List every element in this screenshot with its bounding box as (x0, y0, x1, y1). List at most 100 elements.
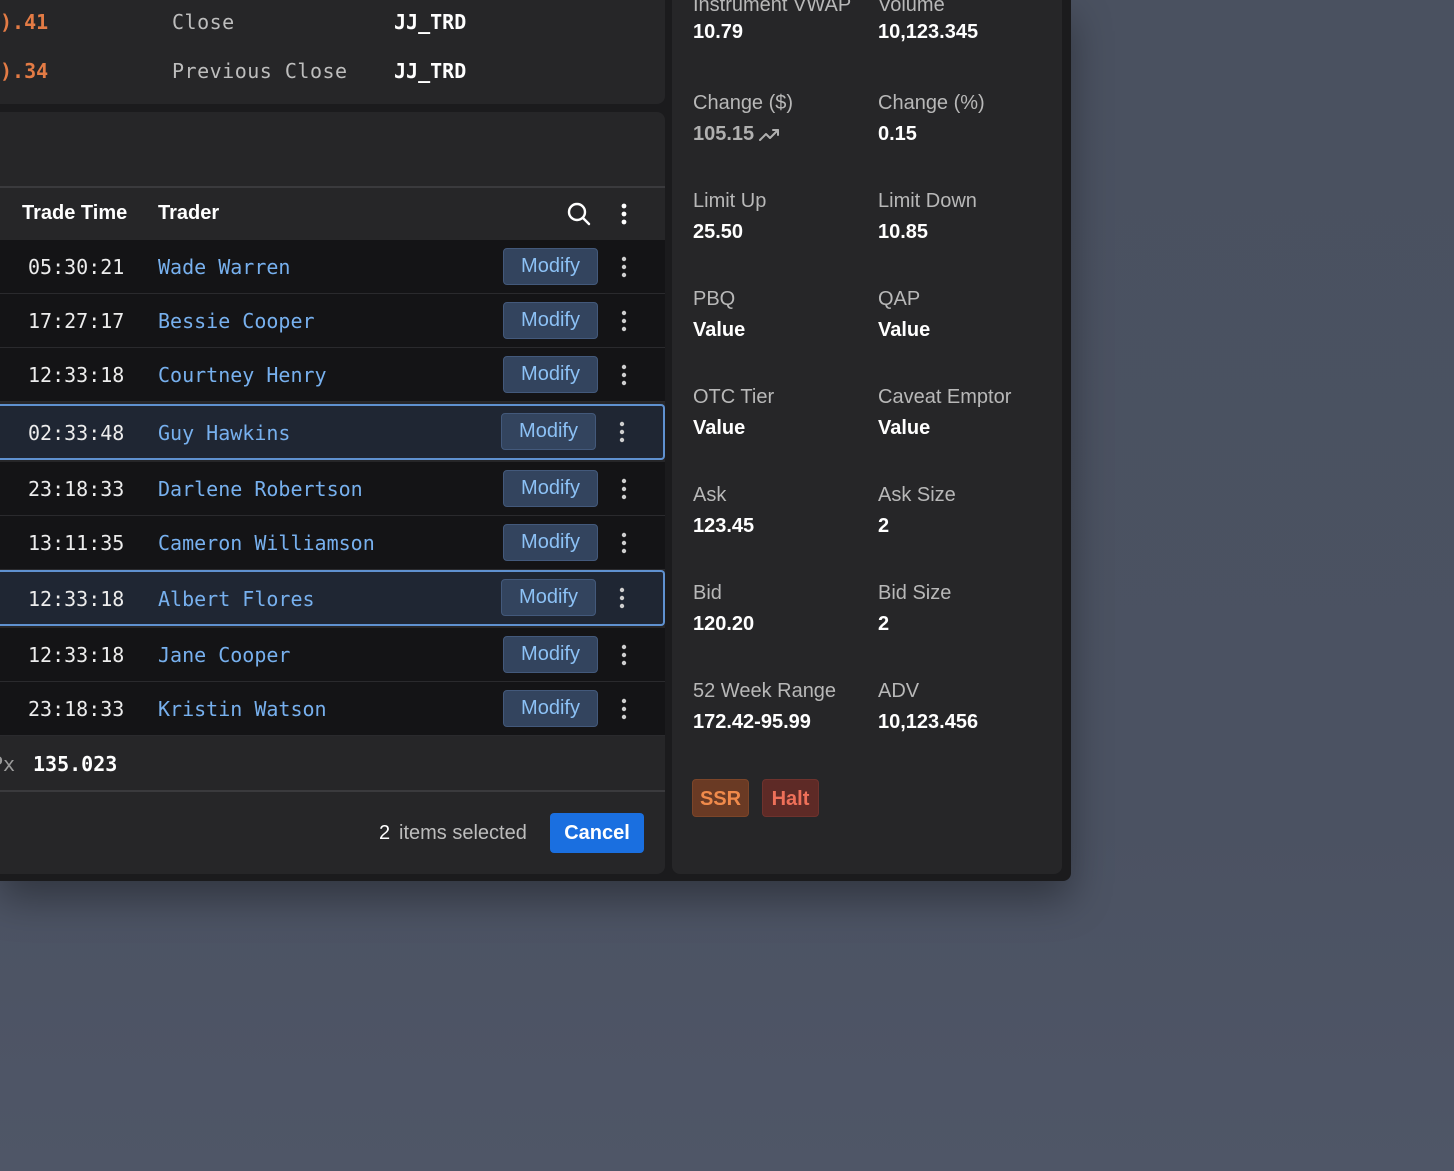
more-vertical-icon[interactable] (613, 200, 635, 228)
trades-panel: Trade Time Trader 05:30:21 Wade Warren M… (0, 112, 665, 874)
trade-time-cell: 02:33:48 (28, 421, 125, 445)
field-value: 105.15 (693, 123, 755, 145)
quote-value: ).34 (0, 59, 49, 83)
trade-time-cell: 12:33:18 (28, 643, 125, 667)
px-summary-row: Px 135.023 (0, 734, 665, 790)
field-label: Bid Size (878, 582, 952, 604)
search-icon[interactable] (566, 201, 592, 227)
quote-row-previous-close: ).34 Previous Close JJ_TRD (0, 59, 665, 89)
table-row[interactable]: 23:18:33 Kristin Watson Modify (0, 682, 665, 736)
more-vertical-icon[interactable] (613, 307, 635, 335)
px-label: Px (0, 752, 16, 776)
modify-button[interactable]: Modify (503, 636, 598, 673)
field-value: 10,123.456 (878, 711, 979, 733)
field-value: 2 (878, 515, 890, 537)
table-row[interactable]: 12:33:18 Jane Cooper Modify (0, 628, 665, 682)
field-value: Value (878, 417, 931, 439)
trader-link[interactable]: Darlene Robertson (158, 477, 363, 501)
trader-link[interactable]: Bessie Cooper (158, 309, 315, 333)
field-52-week-range: 52 Week Range 172.42-95.99 (693, 680, 873, 734)
quote-label: Close (172, 10, 235, 34)
field-value: 0.15 (878, 123, 917, 145)
modify-button[interactable]: Modify (503, 356, 598, 393)
table-row[interactable]: 17:27:17 Bessie Cooper Modify (0, 294, 665, 348)
trade-time-cell: 23:18:33 (28, 697, 125, 721)
field-label: PBQ (693, 288, 736, 310)
field-value: Value (693, 417, 746, 439)
selected-text: items selected (399, 822, 527, 844)
table-row-selected[interactable]: 02:33:48 Guy Hawkins Modify (0, 404, 665, 460)
field-label: Instrument VWAP (693, 0, 852, 16)
trader-link[interactable]: Albert Flores (158, 587, 315, 611)
more-vertical-icon[interactable] (613, 361, 635, 389)
field-value: 120.20 (693, 613, 755, 635)
field-value: 172.42-95.99 (693, 711, 811, 733)
trade-time-cell: 23:18:33 (28, 477, 125, 501)
field-volume: Volume 10,123.345 (878, 0, 1058, 44)
modify-button[interactable]: Modify (501, 413, 596, 450)
quote-panel: ).41 Close JJ_TRD ).34 Previous Close JJ… (0, 0, 665, 104)
field-value: 10,123.345 (878, 21, 979, 43)
trader-link[interactable]: Cameron Williamson (158, 531, 375, 555)
app-window: ).41 Close JJ_TRD ).34 Previous Close JJ… (0, 0, 1071, 881)
quote-row-close: ).41 Close JJ_TRD (0, 10, 665, 40)
more-vertical-icon[interactable] (613, 253, 635, 281)
field-label: ADV (878, 680, 920, 702)
column-header-trader[interactable]: Trader (158, 202, 219, 225)
more-vertical-icon[interactable] (613, 695, 635, 723)
more-vertical-icon[interactable] (613, 529, 635, 557)
field-label: Limit Up (693, 190, 767, 212)
trader-link[interactable]: Wade Warren (158, 255, 290, 279)
selected-count: 2 (379, 822, 391, 844)
field-change-dollar: Change ($) 105.15 (693, 92, 873, 146)
modify-button[interactable]: Modify (501, 579, 596, 616)
table-row[interactable]: 12:33:18 Courtney Henry Modify (0, 348, 665, 402)
field-limit-up: Limit Up 25.50 (693, 190, 873, 244)
table-row-selected[interactable]: 12:33:18 Albert Flores Modify (0, 570, 665, 626)
table-row[interactable]: 23:18:33 Darlene Robertson Modify (0, 462, 665, 516)
field-value: 123.45 (693, 515, 755, 537)
field-label: Change ($) (693, 92, 794, 114)
table-row[interactable]: 05:30:21 Wade Warren Modify (0, 240, 665, 294)
trader-link[interactable]: Guy Hawkins (158, 421, 290, 445)
field-bid-size: Bid Size 2 (878, 582, 1058, 636)
trader-link[interactable]: Kristin Watson (158, 697, 327, 721)
field-instrument-vwap: Instrument VWAP 10.79 (693, 0, 873, 44)
cancel-button[interactable]: Cancel (550, 813, 644, 853)
field-value: 10.79 (693, 21, 744, 43)
field-limit-down: Limit Down 10.85 (878, 190, 1058, 244)
quote-value: ).41 (0, 10, 49, 34)
modify-button[interactable]: Modify (503, 690, 598, 727)
field-otc-tier: OTC Tier Value (693, 386, 873, 440)
field-value: 10.85 (878, 221, 929, 243)
more-vertical-icon[interactable] (611, 584, 633, 612)
field-adv: ADV 10,123.456 (878, 680, 1058, 734)
instrument-details-panel: Instrument VWAP 10.79 Volume 10,123.345 … (672, 0, 1062, 874)
field-value: 2 (878, 613, 890, 635)
trader-link[interactable]: Courtney Henry (158, 363, 327, 387)
field-label: Ask (693, 484, 727, 506)
field-caveat-emptor: Caveat Emptor Value (878, 386, 1058, 440)
field-label: 52 Week Range (693, 680, 837, 702)
modify-button[interactable]: Modify (503, 524, 598, 561)
modify-button[interactable]: Modify (503, 302, 598, 339)
trade-time-cell: 13:11:35 (28, 531, 125, 555)
trader-link[interactable]: Jane Cooper (158, 643, 290, 667)
modify-button[interactable]: Modify (503, 248, 598, 285)
field-label: OTC Tier (693, 386, 775, 408)
more-vertical-icon[interactable] (613, 475, 635, 503)
trade-time-cell: 12:33:18 (28, 363, 125, 387)
more-vertical-icon[interactable] (611, 418, 633, 446)
field-pbq: PBQ Value (693, 288, 873, 342)
field-value: Value (693, 319, 746, 341)
field-label: QAP (878, 288, 921, 310)
more-vertical-icon[interactable] (613, 641, 635, 669)
field-label: Volume (878, 0, 945, 16)
table-row[interactable]: 13:11:35 Cameron Williamson Modify (0, 516, 665, 570)
quote-instrument: JJ_TRD (394, 10, 467, 34)
quote-instrument: JJ_TRD (394, 59, 467, 83)
ssr-badge: SSR (692, 779, 749, 817)
modify-button[interactable]: Modify (503, 470, 598, 507)
field-label: Ask Size (878, 484, 956, 506)
column-header-trade-time[interactable]: Trade Time (22, 202, 127, 225)
